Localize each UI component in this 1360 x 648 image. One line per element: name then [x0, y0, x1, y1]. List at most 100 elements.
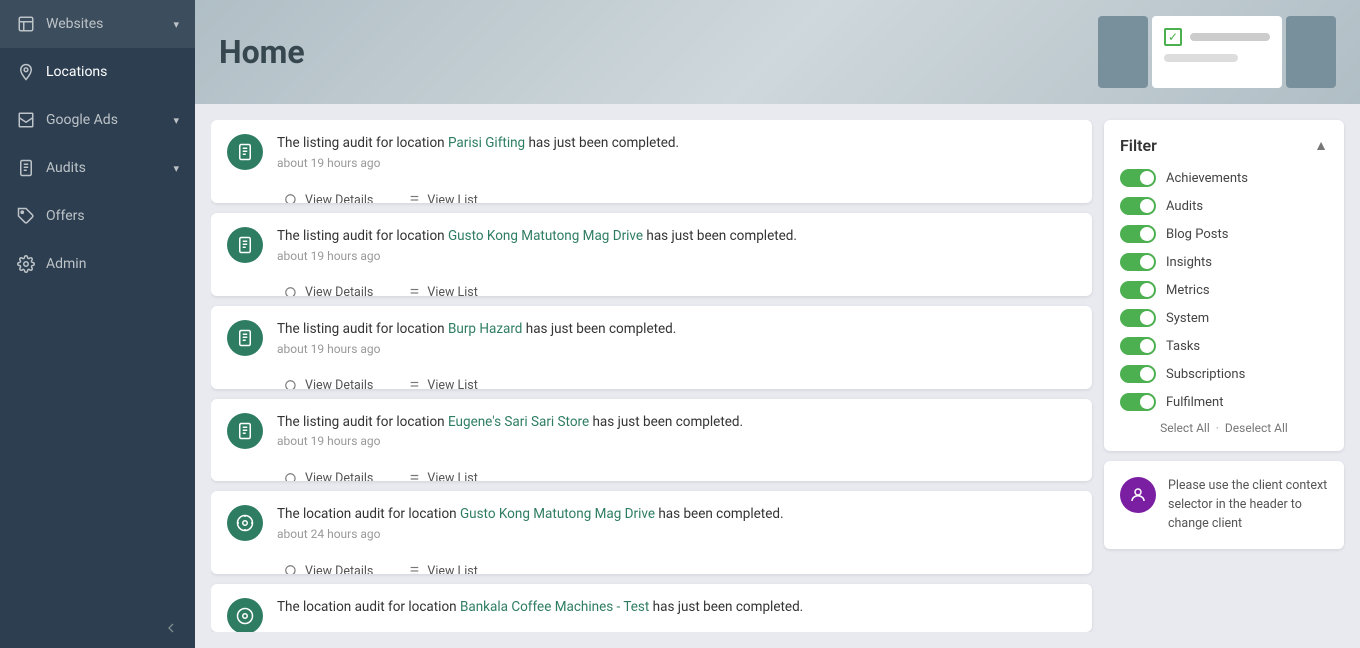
feed-card: The listing audit for location Parisi Gi… [211, 120, 1092, 203]
achievements-toggle[interactable] [1120, 169, 1156, 187]
view-list-button[interactable]: View List [399, 281, 483, 296]
context-message: Please use the client context selector i… [1168, 477, 1328, 533]
list-icon [405, 192, 421, 203]
feed-text: The listing audit for location Eugene's … [277, 413, 1076, 449]
list-icon [405, 285, 421, 296]
filter-label: Metrics [1166, 283, 1210, 298]
audits-toggle[interactable] [1120, 197, 1156, 215]
feed-audit-icon [227, 320, 263, 356]
filter-label: Tasks [1166, 339, 1200, 354]
search-icon [283, 563, 299, 574]
view-list-button[interactable]: View List [399, 188, 483, 203]
feed-link[interactable]: Gusto Kong Matutong Mag Drive [460, 506, 655, 522]
filter-item-metrics: Metrics [1120, 281, 1328, 299]
filter-item-tasks: Tasks [1120, 337, 1328, 355]
filter-card: Filter ▲ Achievements Audits Blog Posts [1104, 120, 1344, 451]
feed-main-text: The location audit for location Gusto Ko… [277, 505, 1076, 524]
header-widget: ✓ [1098, 16, 1336, 88]
sidebar-item-locations[interactable]: Locations [0, 48, 195, 96]
feed-audit-icon [227, 227, 263, 263]
fulfilment-toggle[interactable] [1120, 393, 1156, 411]
feed-actions: View Details View List [211, 180, 1092, 203]
feed-card: The location audit for location Bankala … [211, 584, 1092, 632]
feed-main-text: The listing audit for location Eugene's … [277, 413, 1076, 432]
metrics-toggle[interactable] [1120, 281, 1156, 299]
filter-item-blog-posts: Blog Posts [1120, 225, 1328, 243]
sidebar-collapse-button[interactable] [0, 608, 195, 648]
blog-posts-toggle[interactable] [1120, 225, 1156, 243]
feed-card-top: The location audit for location Gusto Ko… [211, 491, 1092, 551]
sidebar-item-label: Websites [46, 16, 103, 32]
filter-item-audits: Audits [1120, 197, 1328, 215]
filter-label: Insights [1166, 255, 1212, 270]
select-all-link[interactable]: Select All [1160, 421, 1210, 435]
sidebar-item-label: Offers [46, 208, 85, 224]
filter-panel: Filter ▲ Achievements Audits Blog Posts [1104, 120, 1344, 632]
view-details-button[interactable]: View Details [277, 374, 379, 389]
main-content: Home ✓ [195, 0, 1360, 648]
sidebar-item-label: Google Ads [46, 112, 118, 128]
activity-feed: The listing audit for location Parisi Gi… [211, 120, 1104, 632]
feed-actions: View Details View List [211, 459, 1092, 482]
insights-toggle[interactable] [1120, 253, 1156, 271]
filter-item-fulfilment: Fulfilment [1120, 393, 1328, 411]
feed-main-text: The listing audit for location Parisi Gi… [277, 134, 1076, 153]
view-details-button[interactable]: View Details [277, 467, 379, 482]
list-icon [405, 471, 421, 482]
filter-label: Achievements [1166, 171, 1248, 186]
chevron-down-icon: ▾ [173, 18, 179, 31]
search-icon [283, 378, 299, 389]
search-icon [283, 192, 299, 203]
feed-link[interactable]: Parisi Gifting [448, 135, 525, 151]
feed-card: The location audit for location Gusto Ko… [211, 491, 1092, 574]
feed-text: The listing audit for location Gusto Kon… [277, 227, 1076, 263]
feed-link[interactable]: Bankala Coffee Machines - Test [460, 599, 649, 615]
sidebar-item-admin[interactable]: Admin [0, 240, 195, 288]
widget-box-left [1098, 16, 1148, 88]
widget-check-icon: ✓ [1164, 28, 1182, 46]
feed-time: about 19 hours ago [277, 156, 1076, 170]
feed-card: The listing audit for location Eugene's … [211, 399, 1092, 482]
content-area: The listing audit for location Parisi Gi… [195, 104, 1360, 648]
feed-text: The location audit for location Gusto Ko… [277, 505, 1076, 541]
websites-icon [16, 14, 36, 34]
sidebar-item-websites[interactable]: Websites ▾ [0, 0, 195, 48]
filter-collapse-button[interactable]: ▲ [1314, 137, 1328, 154]
feed-actions: View Details View List [211, 366, 1092, 389]
filter-item-achievements: Achievements [1120, 169, 1328, 187]
filter-item-insights: Insights [1120, 253, 1328, 271]
context-card: Please use the client context selector i… [1104, 461, 1344, 549]
feed-text: The location audit for location Bankala … [277, 598, 1076, 617]
feed-actions: View Details View List [211, 551, 1092, 574]
filter-label: Fulfilment [1166, 395, 1223, 410]
feed-card-top: The location audit for location Bankala … [211, 584, 1092, 632]
tasks-toggle[interactable] [1120, 337, 1156, 355]
widget-line [1190, 33, 1270, 41]
widget-line2 [1164, 54, 1238, 62]
filter-header: Filter ▲ [1120, 136, 1328, 155]
view-list-button[interactable]: View List [399, 467, 483, 482]
feed-card: The listing audit for location Burp Haza… [211, 306, 1092, 389]
feed-link[interactable]: Burp Hazard [448, 321, 522, 337]
subscriptions-toggle[interactable] [1120, 365, 1156, 383]
deselect-all-link[interactable]: Deselect All [1225, 421, 1288, 435]
system-toggle[interactable] [1120, 309, 1156, 327]
view-list-button[interactable]: View List [399, 374, 483, 389]
feed-link[interactable]: Eugene's Sari Sari Store [448, 414, 589, 430]
filter-label: Audits [1166, 199, 1203, 214]
view-details-button[interactable]: View Details [277, 559, 379, 574]
view-list-button[interactable]: View List [399, 559, 483, 574]
feed-time: about 19 hours ago [277, 342, 1076, 356]
feed-link[interactable]: Gusto Kong Matutong Mag Drive [448, 228, 643, 244]
sidebar-item-google-ads[interactable]: Google Ads ▾ [0, 96, 195, 144]
search-icon [283, 285, 299, 296]
feed-main-text: The listing audit for location Burp Haza… [277, 320, 1076, 339]
chevron-down-icon: ▾ [173, 162, 179, 175]
view-details-button[interactable]: View Details [277, 188, 379, 203]
sidebar-item-offers[interactable]: Offers [0, 192, 195, 240]
sidebar-item-label: Admin [46, 256, 86, 272]
sidebar-item-audits[interactable]: Audits ▾ [0, 144, 195, 192]
widget-card: ✓ [1152, 16, 1282, 88]
view-details-button[interactable]: View Details [277, 281, 379, 296]
filter-label: System [1166, 311, 1209, 326]
